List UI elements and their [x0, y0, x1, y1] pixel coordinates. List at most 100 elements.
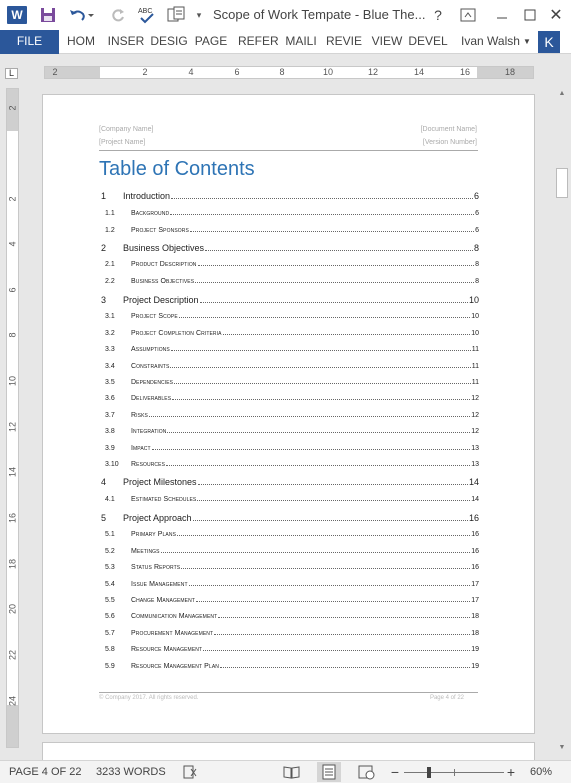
toc-label: Project Scope	[131, 313, 178, 320]
vertical-ruler-area: 2 2 4 6 8 10 12 14 16 18 20 22 24	[0, 88, 22, 760]
zoom-slider-thumb[interactable]	[427, 767, 431, 778]
chevron-down-icon[interactable]: ▼	[523, 30, 531, 53]
maximize-button[interactable]	[518, 5, 542, 25]
word-logo-icon[interactable]: W	[7, 6, 27, 24]
toc-number: 3.5	[105, 379, 115, 386]
toc-subentry[interactable]: 3.6 Deliverables 12	[99, 395, 479, 402]
toc-subentry[interactable]: 5.4 Issue Management 17	[99, 581, 479, 588]
tab-insert[interactable]: INSER	[106, 30, 146, 53]
toc-subentry[interactable]: 5.5 Change Management 17	[99, 597, 479, 604]
toc-page-number: 11	[471, 363, 479, 370]
toc-entry[interactable]: 4 Project Milestones 14	[99, 477, 479, 487]
toc-leader	[192, 520, 468, 521]
close-icon[interactable]: ✕	[546, 5, 566, 25]
tab-mailings[interactable]: MAILI	[282, 30, 320, 53]
ruler-label: 10	[7, 376, 18, 387]
user-account-name[interactable]: Ivan Walsh	[461, 30, 520, 53]
toc-subentry[interactable]: 3.10 Resources 13	[99, 461, 479, 468]
toc-subentry[interactable]: 3.8 Integration 12	[99, 428, 479, 435]
toc-subentry[interactable]: 3.2 Project Completion Criteria 10	[99, 330, 479, 337]
toc-page-number: 8	[475, 261, 479, 268]
vertical-ruler[interactable]: 2 2 4 6 8 10 12 14 16 18 20 22 24	[6, 88, 19, 748]
toc-number: 5.1	[105, 531, 115, 538]
toc-subentry[interactable]: 5.1 Primary Plans 16	[99, 531, 479, 538]
ruler-bar: L 2 2 4 6 8 10 12 14 16 18	[0, 54, 571, 139]
toc-subentry[interactable]: 3.7 Risks 12	[99, 412, 479, 419]
scroll-up-icon[interactable]: ▲	[556, 90, 568, 100]
toc-page-number: 16	[471, 564, 479, 571]
redo-button[interactable]	[108, 5, 128, 25]
toc-subentry[interactable]: 5.3 Status Reports 16	[99, 564, 479, 571]
word-count[interactable]: 3233 WORDS	[96, 761, 166, 783]
toc-leader	[172, 399, 471, 400]
toc-subentry[interactable]: 5.7 Procurement Management 18	[99, 630, 479, 637]
page-count[interactable]: PAGE 4 OF 22	[9, 761, 82, 783]
toc-subentry[interactable]: 1.2 Project Sponsors 6	[99, 227, 479, 234]
toc-subentry[interactable]: 5.8 Resource Management 19	[99, 646, 479, 653]
tab-references[interactable]: REFER	[238, 30, 279, 53]
read-mode-icon[interactable]	[283, 764, 300, 780]
ribbon-display-button[interactable]	[456, 5, 480, 25]
toc-label: Change Management	[131, 597, 195, 604]
toc-subentry[interactable]: 4.1 Estimated Schedules 14	[99, 496, 479, 503]
horizontal-ruler[interactable]: 2 2 4 6 8 10 12 14 16 18	[44, 66, 534, 79]
toc-number: 5	[101, 513, 107, 523]
zoom-in-button[interactable]: +	[505, 761, 517, 783]
toc-page-number: 12	[471, 428, 479, 435]
document-canvas[interactable]: [Company Name] [Document Name] [Project …	[22, 88, 552, 760]
tab-design[interactable]: DESIG	[149, 30, 189, 53]
scrollbar-thumb[interactable]	[556, 168, 568, 198]
spelling-button[interactable]: ABC	[136, 4, 158, 26]
tab-home[interactable]: HOM	[62, 30, 100, 53]
toc-number: 4	[101, 477, 107, 487]
touch-mode-button[interactable]	[165, 4, 187, 26]
help-icon[interactable]: ?	[428, 5, 448, 25]
tab-file[interactable]: FILE	[0, 30, 59, 54]
toc-subentry[interactable]: 1.1 Background 6	[99, 210, 479, 217]
toc-number: 5.2	[105, 548, 115, 555]
toc-entry[interactable]: 3 Project Description 10	[99, 295, 479, 305]
toc-subentry[interactable]: 5.9 Resource Management Plan 19	[99, 663, 479, 670]
toc-subentry[interactable]: 3.3 Assumptions 11	[99, 346, 479, 353]
undo-button[interactable]	[66, 5, 96, 25]
toc-page-number: 18	[471, 613, 479, 620]
tab-page-layout[interactable]: PAGE	[193, 30, 229, 53]
toc-number: 5.6	[105, 613, 115, 620]
next-page[interactable]	[42, 742, 535, 760]
avatar[interactable]: K	[538, 31, 560, 53]
toc-subentry[interactable]: 2.2 Business Objectives 8	[99, 278, 479, 285]
save-button[interactable]	[38, 5, 58, 25]
tab-developer[interactable]: DEVEL	[408, 30, 448, 53]
toc-leader	[178, 317, 471, 318]
web-layout-icon[interactable]	[358, 764, 375, 780]
toc-page-number: 17	[471, 597, 479, 604]
tab-selector[interactable]: L	[5, 68, 18, 79]
proofing-icon[interactable]	[182, 765, 198, 779]
toc-number: 1.2	[105, 227, 115, 234]
zoom-level[interactable]: 60%	[530, 761, 552, 783]
scroll-down-icon[interactable]: ▼	[556, 744, 568, 754]
toc-subentry[interactable]: 3.5 Dependencies 11	[99, 379, 479, 386]
toc-subentry[interactable]: 3.9 Impact 13	[99, 445, 479, 452]
customize-toolbar-icon[interactable]: ▾	[193, 8, 205, 22]
tab-view[interactable]: VIEW	[371, 30, 403, 53]
document-page[interactable]: [Company Name] [Document Name] [Project …	[42, 94, 535, 734]
toc-subentry[interactable]: 3.1 Project Scope 10	[99, 313, 479, 320]
minimize-button[interactable]	[490, 5, 514, 25]
toc-label: Meetings	[131, 548, 160, 555]
tab-review[interactable]: REVIE	[325, 30, 363, 53]
toc-subentry[interactable]: 3.4 Constraints 11	[99, 363, 479, 370]
ruler-label: 24	[7, 696, 18, 707]
toc-leader	[197, 484, 468, 485]
print-layout-button[interactable]	[317, 762, 341, 782]
toc-subentry[interactable]: 5.2 Meetings 16	[99, 548, 479, 555]
vertical-scrollbar[interactable]: ▲ ▼	[552, 88, 571, 760]
toc-page-number: 19	[471, 663, 479, 670]
toc-subentry[interactable]: 5.6 Communication Management 18	[99, 613, 479, 620]
toc-entry[interactable]: 5 Project Approach 16	[99, 513, 479, 523]
toc-number: 3.4	[105, 363, 115, 370]
toc-entry[interactable]: 2 Business Objectives 8	[99, 243, 479, 253]
zoom-out-button[interactable]: −	[389, 761, 401, 783]
toc-entry[interactable]: 1 Introduction 6	[99, 191, 479, 201]
toc-subentry[interactable]: 2.1 Product Description 8	[99, 261, 479, 268]
